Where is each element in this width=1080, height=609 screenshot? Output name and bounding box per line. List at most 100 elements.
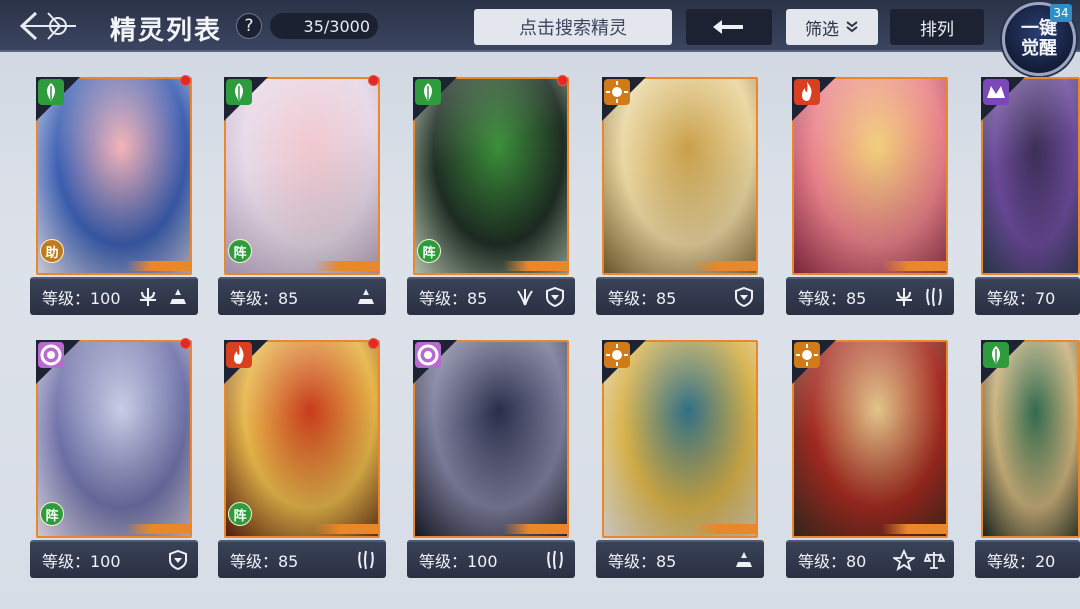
new-indicator-dot [180,75,191,86]
fire-element-icon [794,79,820,105]
back-button[interactable] [12,6,82,46]
level-label: 等级：85 [230,552,299,571]
trait-icons [513,285,567,309]
spirit-card[interactable]: 等级：100 [407,340,575,578]
rainbow-element-icon [415,342,441,368]
level-bar: 等级：85 [218,277,386,315]
level-bar: 等级：85 [596,277,764,315]
role-badge: 阵 [228,502,252,526]
trait-icons [892,548,946,572]
trait-icons [354,285,378,309]
level-bar: 等级：20 [975,540,1080,578]
level-label: 等级：100 [42,552,121,571]
signature-strip [314,261,378,271]
shield-icon [543,285,567,309]
claw-icon [543,548,567,572]
sun-element-icon [604,342,630,368]
shield-icon [166,548,190,572]
sun-element-icon [794,342,820,368]
signature-strip [692,524,756,534]
spirit-card[interactable]: 等级：80 [786,340,954,578]
level-label: 等级：85 [419,289,488,308]
spirit-card[interactable]: 阵等级：85 [407,75,575,315]
signature-strip [503,524,567,534]
trait-icons [166,548,190,572]
spirit-card[interactable]: 等级：70 [975,77,1080,315]
level-bar: 等级：85 [786,277,954,315]
dark-element-icon [983,79,1009,105]
role-badge: 助 [40,239,64,263]
trait-icons [543,548,567,572]
rank-icon [166,285,190,309]
collapse-arrow-button[interactable] [686,9,772,45]
level-bar: 等级：70 [975,277,1080,315]
role-badge: 阵 [417,239,441,263]
level-bar: 等级：80 [786,540,954,578]
filter-button[interactable]: 筛选 [786,9,878,45]
level-bar: 等级：85 [218,540,386,578]
new-indicator-dot [557,75,568,86]
level-label: 等级：85 [608,289,677,308]
spirit-card[interactable]: 阵等级：85 [218,338,386,578]
trait-icons [732,285,756,309]
level-bar: 等级：100 [407,540,575,578]
spirit-card[interactable]: 等级：85 [786,77,954,315]
signature-strip [503,261,567,271]
filter-label: 筛选 [805,19,839,40]
leaf-element-icon [226,79,252,105]
leaf-element-icon [415,79,441,105]
level-label: 等级：85 [798,289,867,308]
level-label: 等级：85 [230,289,299,308]
signature-strip [882,524,946,534]
help-button[interactable]: ? [236,13,262,39]
scale-icon [922,548,946,572]
trait-icons [136,285,190,309]
star-icon [892,548,916,572]
level-bar: 等级：100 [30,277,198,315]
signature-strip [126,261,190,271]
leaf-element-icon [983,342,1009,368]
leaf-element-icon [38,79,64,105]
role-badge: 阵 [40,502,64,526]
spirit-card[interactable]: 阵等级：100 [30,338,198,578]
signature-strip [314,524,378,534]
rank-icon [354,285,378,309]
level-bar: 等级：100 [30,540,198,578]
level-bar: 等级：85 [596,540,764,578]
shield-icon [732,285,756,309]
level-label: 等级：80 [798,552,867,571]
claw-icon [922,285,946,309]
spirit-card[interactable]: 等级：85 [596,340,764,578]
level-bar: 等级：85 [407,277,575,315]
sort-button[interactable]: 排列 [890,9,984,45]
fire-element-icon [226,342,252,368]
wing-icon [513,285,537,309]
spirit-card[interactable]: 阵等级：85 [218,75,386,315]
signature-strip [692,261,756,271]
awaken-label: 一键觉醒 [1021,18,1057,59]
new-indicator-dot [368,338,379,349]
rank-icon [732,548,756,572]
claw-icon [354,548,378,572]
back-arrow-icon [19,11,76,41]
trait-icons [892,285,946,309]
new-indicator-dot [368,75,379,86]
signature-strip [882,261,946,271]
search-field[interactable]: 点击搜索精灵 [474,9,672,45]
spirit-card[interactable]: 等级：85 [596,77,764,315]
awaken-count-badge: 34 [1050,4,1072,22]
trait-icons [354,548,378,572]
left-arrow-icon [713,20,743,34]
level-label: 等级：100 [42,289,121,308]
collection-count: 35/3000 [270,13,378,39]
rainbow-element-icon [38,342,64,368]
spirit-card[interactable]: 等级：20 [975,340,1080,578]
spirit-card[interactable]: 助等级：100 [30,75,198,315]
level-label: 等级：20 [987,552,1056,571]
double-chevron-down-icon [846,21,858,33]
sun-element-icon [604,79,630,105]
trident-icon [136,285,160,309]
trait-icons [732,548,756,572]
level-label: 等级：85 [608,552,677,571]
signature-strip [126,524,190,534]
